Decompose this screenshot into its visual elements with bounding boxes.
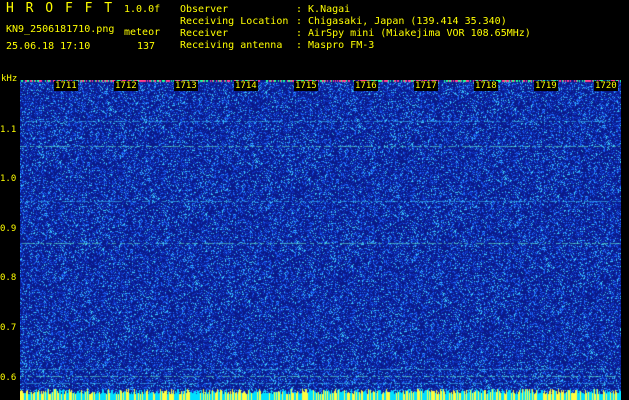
app-name: H R O F F T <box>6 1 115 16</box>
date-time: 25.06.18 17:10 <box>6 41 91 52</box>
y-tick-label: 0.9 <box>0 224 17 234</box>
y-tick-label: 0.6 <box>0 373 17 383</box>
spectrogram-canvas <box>20 80 621 400</box>
meteor-label: meteor <box>124 27 161 38</box>
y-tick-label: 1.0 <box>0 174 17 184</box>
minute-label: 1713 <box>174 81 198 91</box>
minute-label: 1718 <box>474 81 498 91</box>
y-tick-label: 0.7 <box>0 323 17 333</box>
receiver-value: : AirSpy mini (Miakejima VOR 108.65MHz) <box>296 28 531 39</box>
antenna-value: : Maspro FM-3 <box>296 40 375 51</box>
minute-label: 1716 <box>354 81 378 91</box>
antenna-label: Receiving antenna <box>180 40 283 51</box>
y-axis-unit: kHz <box>1 74 18 84</box>
minute-label: 1717 <box>414 81 438 91</box>
file-name: KN9_2506181710.png <box>6 24 115 35</box>
observer-label: Observer <box>180 4 229 15</box>
meteor-count: 137 <box>136 41 155 52</box>
minute-label: 1712 <box>114 81 138 91</box>
version-label: 1.0.0f <box>124 4 161 15</box>
location-label: Receiving Location <box>180 16 289 27</box>
observer-value: : K.Nagai <box>296 4 351 15</box>
minute-label: 1711 <box>54 81 78 91</box>
minute-label: 1720 <box>594 81 618 91</box>
y-tick-label: 0.8 <box>0 273 17 283</box>
minute-label: 1719 <box>534 81 558 91</box>
location-value: : Chigasaki, Japan (139.414 35.340) <box>296 16 507 27</box>
minute-label: 1714 <box>234 81 258 91</box>
y-tick-label: 1.1 <box>0 125 17 135</box>
receiver-label: Receiver <box>180 28 229 39</box>
minute-label: 1715 <box>294 81 318 91</box>
